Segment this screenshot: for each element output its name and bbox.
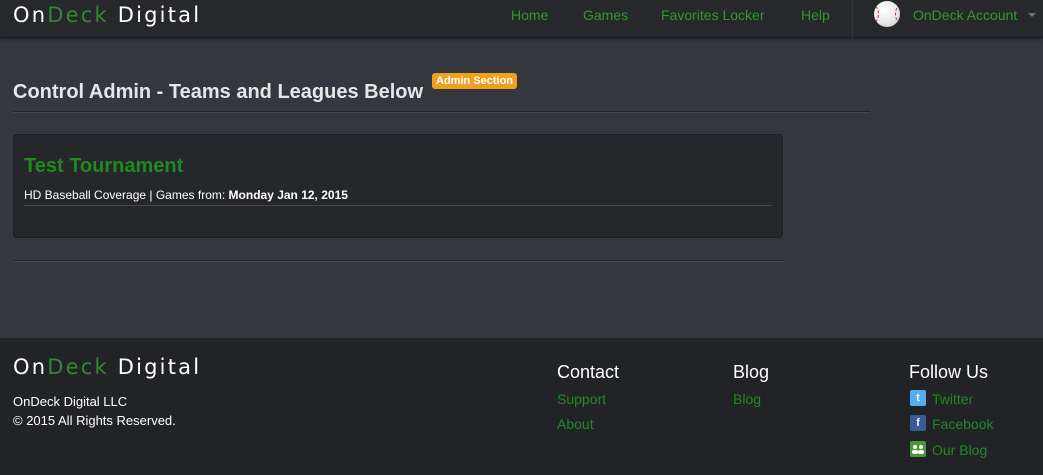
nav-home-link[interactable]: Home	[511, 7, 548, 23]
nav-divider	[852, 0, 853, 38]
footer: OnDeck Digital OnDeck Digital LLC © 2015…	[0, 338, 1043, 475]
blog-users-glyph	[912, 445, 924, 454]
about-link[interactable]: About	[557, 416, 594, 432]
footer-brand-part-on: On	[13, 355, 48, 379]
tournament-meta: HD Baseball Coverage | Games from: Monda…	[24, 188, 348, 202]
follow-us-heading: Follow Us	[909, 362, 989, 382]
brand-part-on: On	[13, 3, 48, 27]
footer-brand-part-deck: Deck	[47, 355, 109, 379]
brand-logo[interactable]: OnDeck Digital	[13, 3, 201, 27]
copyright-text: © 2015 All Rights Reserved.	[13, 413, 176, 428]
nav-games-link[interactable]: Games	[583, 7, 628, 23]
our-blog-link[interactable]: Our Blog	[932, 442, 987, 458]
baseball-avatar-icon[interactable]	[874, 1, 900, 27]
blog-heading: Blog	[733, 362, 770, 382]
twitter-icon[interactable]: t	[910, 390, 926, 406]
baseball-seam-left	[874, 4, 879, 24]
page-title: Control Admin - Teams and Leagues Below	[13, 81, 424, 103]
twitter-link[interactable]: Twitter	[932, 391, 973, 407]
card-divider	[24, 205, 772, 206]
brand-part-deck: Deck	[47, 3, 109, 27]
footer-brand-logo: OnDeck Digital	[13, 355, 201, 379]
baseball-seam-right	[895, 4, 900, 24]
nav-help-link[interactable]: Help	[801, 7, 830, 23]
brand-part-digital: Digital	[108, 3, 202, 27]
facebook-link[interactable]: Facebook	[932, 416, 993, 432]
tournament-coverage-text: HD Baseball Coverage | Games from:	[24, 188, 229, 202]
account-menu-link[interactable]: OnDeck Account	[913, 7, 1017, 23]
company-name: OnDeck Digital LLC	[13, 394, 128, 409]
tournament-card: Test Tournament HD Baseball Coverage | G…	[13, 134, 783, 238]
blog-link[interactable]: Blog	[733, 391, 761, 407]
top-navbar: OnDeck Digital Home Games Favorites Lock…	[0, 0, 1043, 38]
blog-users-icon[interactable]	[910, 441, 926, 457]
caret-down-icon[interactable]	[1028, 13, 1036, 17]
admin-section-badge: Admin Section	[432, 73, 518, 89]
facebook-icon[interactable]: f	[910, 415, 926, 431]
tournament-title-link[interactable]: Test Tournament	[24, 155, 183, 178]
support-link[interactable]: Support	[557, 391, 606, 407]
contact-heading: Contact	[557, 362, 620, 382]
tournament-date: Monday Jan 12, 2015	[228, 188, 348, 202]
nav-favorites-locker-link[interactable]: Favorites Locker	[661, 7, 764, 23]
content-divider	[13, 260, 783, 262]
title-divider	[13, 111, 870, 113]
footer-brand-part-digital: Digital	[108, 355, 202, 379]
